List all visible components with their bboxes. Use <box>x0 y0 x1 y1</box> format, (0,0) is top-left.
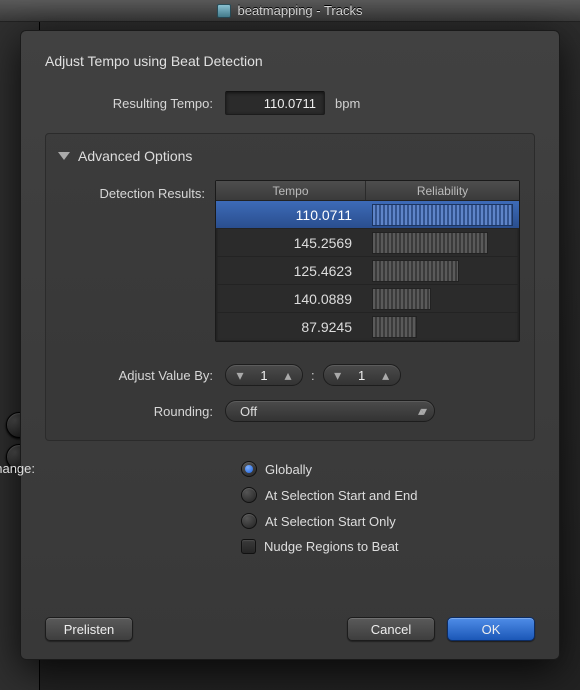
stepper-down-icon[interactable]: ▾ <box>328 367 348 384</box>
cell-tempo: 110.0711 <box>216 207 366 223</box>
option-globally[interactable]: Globally <box>241 461 535 477</box>
option-start-and-end[interactable]: At Selection Start and End <box>241 487 535 503</box>
option-label: At Selection Start and End <box>265 488 417 503</box>
option-nudge-regions[interactable]: Nudge Regions to Beat <box>241 539 535 554</box>
cell-tempo: 125.4623 <box>216 263 366 279</box>
bpm-unit-label: bpm <box>335 96 360 111</box>
disclosure-triangle-icon[interactable] <box>58 152 70 160</box>
cell-reliability <box>366 285 519 312</box>
ok-button[interactable]: OK <box>447 617 535 641</box>
cell-reliability <box>366 257 519 284</box>
cell-tempo: 87.9245 <box>216 319 366 335</box>
create-tempo-change-label: Create Tempo Change: <box>0 461 35 476</box>
rounding-label: Rounding: <box>60 404 225 419</box>
column-tempo: Tempo <box>216 181 366 200</box>
table-row[interactable]: 140.0889 <box>216 285 519 313</box>
reliability-bar <box>372 316 417 338</box>
table-row[interactable]: 125.4623 <box>216 257 519 285</box>
stepper-up-icon[interactable]: ▴ <box>376 367 396 384</box>
adjust-numerator-stepper[interactable]: ▾ 1 ▴ <box>225 364 303 386</box>
detection-results-label: Detection Results: <box>60 180 215 342</box>
adjust-value-label: Adjust Value By: <box>60 368 225 383</box>
cell-tempo: 145.2569 <box>216 235 366 251</box>
window-titlebar: beatmapping - Tracks <box>0 0 580 22</box>
advanced-options-group: Advanced Options Detection Results: Temp… <box>45 133 535 441</box>
table-row[interactable]: 110.0711 <box>216 201 519 229</box>
ratio-colon: : <box>311 368 315 383</box>
stepper-up-icon[interactable]: ▴ <box>278 367 298 384</box>
cell-reliability <box>366 229 519 256</box>
radio-icon[interactable] <box>241 513 257 529</box>
cell-tempo: 140.0889 <box>216 291 366 307</box>
adjust-denominator-value: 1 <box>348 368 376 383</box>
option-label: Nudge Regions to Beat <box>264 539 398 554</box>
reliability-bar <box>372 260 459 282</box>
adjust-numerator-value: 1 <box>250 368 278 383</box>
reliability-bar <box>372 288 431 310</box>
radio-icon[interactable] <box>241 487 257 503</box>
column-reliability: Reliability <box>366 181 519 200</box>
document-icon <box>217 4 231 18</box>
stepper-down-icon[interactable]: ▾ <box>230 367 250 384</box>
checkbox-icon[interactable] <box>241 539 256 554</box>
option-start-only[interactable]: At Selection Start Only <box>241 513 535 529</box>
detection-results-table[interactable]: Tempo Reliability 110.0711 145.2569 125.46… <box>215 180 520 342</box>
prelisten-button[interactable]: Prelisten <box>45 617 133 641</box>
table-row[interactable]: 145.2569 <box>216 229 519 257</box>
dialog-title: Adjust Tempo using Beat Detection <box>45 53 535 69</box>
beat-detection-dialog: Adjust Tempo using Beat Detection Result… <box>20 30 560 660</box>
advanced-options-title: Advanced Options <box>78 148 192 164</box>
radio-icon[interactable] <box>241 461 257 477</box>
table-row[interactable]: 87.9245 <box>216 313 519 341</box>
option-label: At Selection Start Only <box>265 514 396 529</box>
reliability-bar <box>372 204 513 226</box>
option-label: Globally <box>265 462 312 477</box>
rounding-value: Off <box>240 404 257 419</box>
cell-reliability <box>366 201 519 228</box>
adjust-denominator-stepper[interactable]: ▾ 1 ▴ <box>323 364 401 386</box>
cell-reliability <box>366 313 519 340</box>
window-title: beatmapping - Tracks <box>237 3 362 18</box>
cancel-button[interactable]: Cancel <box>347 617 435 641</box>
rounding-select[interactable]: Off ▴▾ <box>225 400 435 422</box>
table-header: Tempo Reliability <box>216 181 519 201</box>
updown-chevron-icon: ▴▾ <box>418 404 424 418</box>
reliability-bar <box>372 232 488 254</box>
resulting-tempo-input[interactable] <box>225 91 325 115</box>
resulting-tempo-label: Resulting Tempo: <box>45 96 225 111</box>
